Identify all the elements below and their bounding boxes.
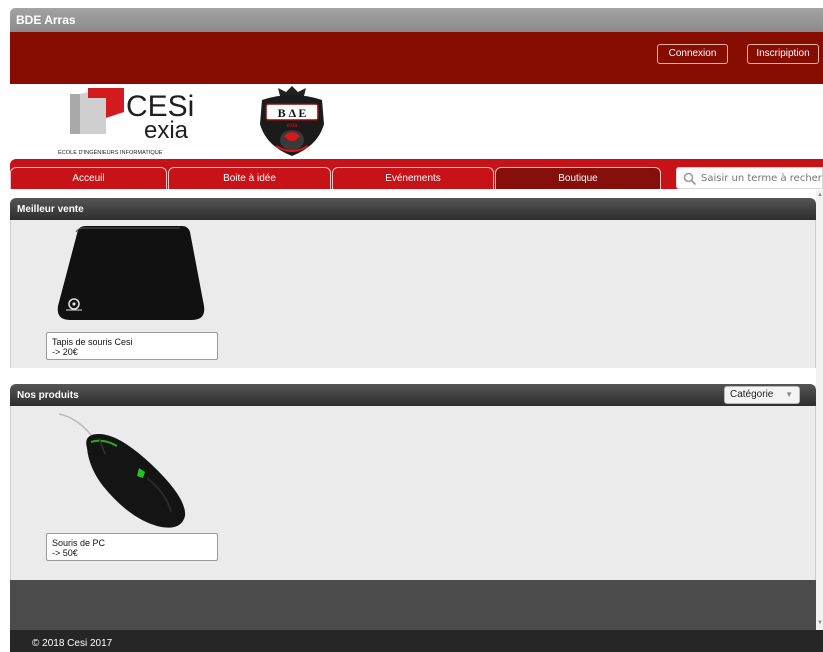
best-sellers-title: Meilleur vente	[17, 204, 84, 215]
bde-logo-text: B Δ E	[278, 106, 307, 120]
tab-acceuil[interactable]: Acceuil	[10, 167, 167, 189]
footer: © 2018 Cesi 2017	[10, 630, 823, 652]
scroll-up-icon[interactable]: ▲	[817, 192, 823, 198]
product-name: Souris de PC	[52, 538, 106, 548]
search-input[interactable]	[701, 170, 822, 186]
best-sellers-header: Meilleur vente	[10, 198, 816, 220]
section-separator	[10, 368, 816, 384]
best-sellers-body: Tapis de souris Cesi -> 20€	[10, 220, 816, 368]
top-header-bar: Connexion Inscripiption	[10, 32, 823, 84]
products-title: Nos produits	[17, 390, 79, 401]
window-titlebar: BDE Arras	[10, 8, 823, 32]
bde-logo-subtext: exia	[286, 123, 298, 129]
vertical-scrollbar[interactable]: ▲ ▼	[816, 190, 823, 630]
window-title: BDE Arras	[16, 13, 76, 27]
bde-logo: B Δ E exia	[260, 86, 324, 156]
footer-copyright: © 2018 Cesi 2017	[32, 638, 113, 649]
inscription-button[interactable]: Inscripiption	[747, 44, 819, 64]
category-select[interactable]: Catégorie ▼	[724, 386, 800, 404]
chevron-down-icon: ▼	[785, 390, 793, 399]
product-price: -> 20€	[52, 347, 78, 357]
product-price: -> 50€	[52, 548, 78, 558]
search-icon	[683, 172, 697, 186]
mousepad-image[interactable]	[56, 224, 206, 324]
mouse-image[interactable]	[59, 412, 199, 532]
products-body: Souris de PC -> 50€	[10, 406, 816, 580]
product-card[interactable]: Tapis de souris Cesi -> 20€	[46, 332, 218, 360]
search-box[interactable]	[676, 167, 823, 189]
tab-boutique[interactable]: Boutique	[495, 167, 661, 189]
logo-banner: CESi exia ÉCOLE D'INGÉNIEURS INFORMATIQU…	[10, 84, 823, 160]
cesi-tagline: ÉCOLE D'INGÉNIEURS INFORMATIQUE	[58, 149, 163, 156]
page: BDE Arras Connexion Inscripiption CESi e…	[0, 0, 823, 652]
cesi-exia-logo: CESi exia ÉCOLE D'INGÉNIEURS INFORMATIQU…	[58, 88, 194, 156]
scroll-down-icon[interactable]: ▼	[817, 620, 823, 626]
bottom-dark-band	[10, 580, 816, 630]
product-card[interactable]: Souris de PC -> 50€	[46, 533, 218, 561]
connexion-button[interactable]: Connexion	[657, 44, 728, 64]
products-header: Nos produits	[10, 384, 816, 406]
tab-boite-a-idee[interactable]: Boite à idée	[168, 167, 331, 189]
product-name: Tapis de souris Cesi	[52, 337, 133, 347]
category-select-value: Catégorie	[730, 389, 774, 400]
exia-wordmark: exia	[144, 117, 189, 144]
tab-evenements[interactable]: Evénements	[332, 167, 494, 189]
